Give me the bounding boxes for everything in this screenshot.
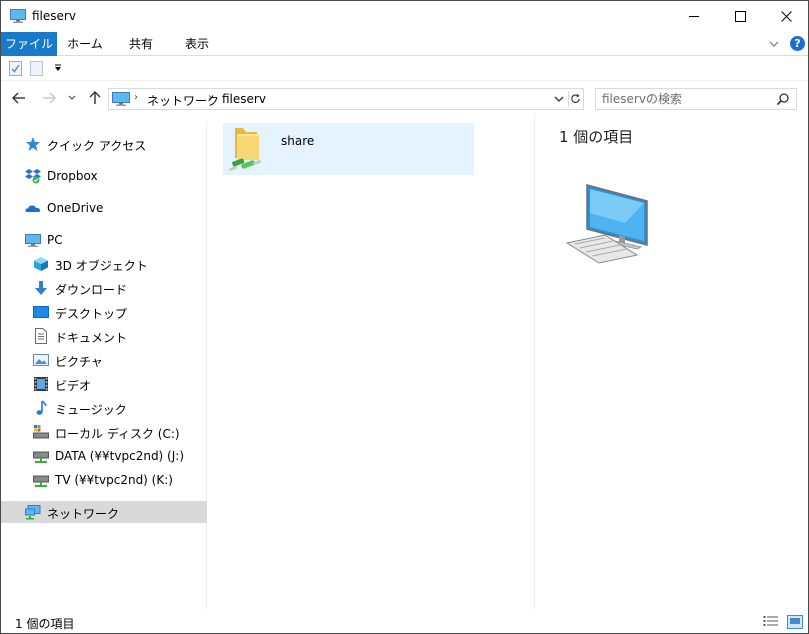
sidebar-item-videos[interactable]: ビデオ xyxy=(1,373,207,395)
ribbon: ファイル ホーム 共有 表示 ? xyxy=(1,32,808,56)
sidebar-item-label: 3D オブジェクト xyxy=(55,259,148,273)
sidebar-item-label: ダウンロード xyxy=(55,283,128,297)
sidebar-item-dropbox[interactable]: Dropbox xyxy=(1,165,207,187)
music-icon xyxy=(36,400,47,415)
sidebar-item-local-disk[interactable]: ローカル ディスク (C:) xyxy=(1,421,207,443)
sidebar-item-label: デスクトップ xyxy=(55,307,128,321)
shared-folder-icon xyxy=(229,128,262,171)
breadcrumb-fileserv[interactable]: fileserv xyxy=(222,92,266,106)
details-view-icon[interactable] xyxy=(763,615,779,629)
navigation-pane: クイック アクセス Dropbox OneDrive PC 3D オブジェクト … xyxy=(1,121,207,609)
up-button[interactable] xyxy=(86,89,104,107)
forward-button[interactable] xyxy=(40,89,58,107)
explorer-window: fileserv ファイル ホーム 共有 表示 ? › ネットワーク › fil… xyxy=(0,0,809,634)
help-icon[interactable]: ? xyxy=(790,36,805,51)
tab-home[interactable]: ホーム xyxy=(57,32,113,56)
sidebar-item-label: PC xyxy=(47,233,63,247)
sidebar-item-label: ネットワーク xyxy=(47,507,120,521)
sidebar-item-label: ミュージック xyxy=(55,403,127,417)
breadcrumb-separator[interactable]: › xyxy=(208,92,212,103)
sidebar-item-onedrive[interactable]: OneDrive xyxy=(1,197,207,219)
sidebar-item-label: Dropbox xyxy=(47,169,98,183)
arrow-up-icon xyxy=(89,91,101,104)
network-drive-icon xyxy=(33,475,49,487)
sidebar-item-network[interactable]: ネットワーク xyxy=(1,501,207,523)
sidebar-item-pc[interactable]: PC xyxy=(1,229,207,251)
chevron-down-icon[interactable] xyxy=(767,37,781,51)
sidebar-item-pictures[interactable]: ピクチャ xyxy=(1,349,207,371)
new-folder-icon[interactable] xyxy=(30,61,43,76)
sidebar-item-label: ビデオ xyxy=(55,379,92,393)
computer-icon xyxy=(112,92,130,106)
search-input[interactable] xyxy=(602,91,772,107)
tab-share[interactable]: 共有 xyxy=(113,32,169,56)
details-item-count: 1 個の項目 xyxy=(559,128,634,146)
arrow-right-icon xyxy=(43,92,56,104)
pc-icon xyxy=(25,234,41,247)
large-icons-view-icon[interactable] xyxy=(787,615,803,629)
sidebar-item-label: OneDrive xyxy=(47,201,104,215)
item-label: share xyxy=(281,134,315,148)
file-list[interactable]: share xyxy=(208,113,534,609)
search-box[interactable] xyxy=(595,88,797,110)
close-button[interactable] xyxy=(763,1,809,32)
tab-view[interactable]: 表示 xyxy=(169,32,225,56)
sidebar-item-desktop[interactable]: デスクトップ xyxy=(1,301,207,323)
minimize-icon xyxy=(688,16,699,17)
cloud-icon xyxy=(25,205,41,212)
tab-file[interactable]: ファイル xyxy=(1,32,57,56)
star-icon xyxy=(26,137,40,151)
cube-icon xyxy=(34,257,48,271)
maximize-icon xyxy=(734,11,746,22)
search-icon[interactable] xyxy=(776,92,790,106)
dropbox-icon xyxy=(25,169,41,184)
sidebar-item-documents[interactable]: ドキュメント xyxy=(1,325,207,347)
breadcrumb-separator[interactable]: › xyxy=(134,92,138,103)
refresh-icon[interactable] xyxy=(568,91,583,107)
sidebar-item-data-drive[interactable]: DATA (¥¥tvpc2nd) (J:) xyxy=(1,445,207,467)
sidebar-item-downloads[interactable]: ダウンロード xyxy=(1,277,207,299)
list-item[interactable]: share xyxy=(223,123,474,175)
window-title: fileserv xyxy=(32,9,76,23)
sidebar-item-label: ピクチャ xyxy=(55,355,103,369)
status-bar: 1 個の項目 xyxy=(1,611,808,633)
local-disk-icon xyxy=(33,425,49,439)
sidebar-item-label: クイック アクセス xyxy=(47,139,147,153)
download-icon xyxy=(35,281,47,295)
maximize-button[interactable] xyxy=(717,1,763,32)
title-bar[interactable]: fileserv xyxy=(1,1,808,32)
customize-dropdown-icon[interactable] xyxy=(53,63,63,73)
status-item-count: 1 個の項目 xyxy=(15,617,75,631)
desktop-icon xyxy=(33,306,49,318)
network-drive-icon xyxy=(33,451,49,463)
sidebar-item-3d-objects[interactable]: 3D オブジェクト xyxy=(1,253,207,275)
sidebar-item-label: DATA (¥¥tvpc2nd) (J:) xyxy=(55,449,184,463)
back-button[interactable] xyxy=(10,89,28,107)
address-bar[interactable]: › ネットワーク › fileserv xyxy=(108,88,584,110)
sidebar-item-label: TV (¥¥tvpc2nd) (K:) xyxy=(55,473,173,487)
navigation-bar: › ネットワーク › fileserv xyxy=(1,85,808,113)
computer-icon xyxy=(10,9,26,23)
quick-access-toolbar xyxy=(1,57,808,81)
picture-icon xyxy=(33,354,49,366)
minimize-button[interactable] xyxy=(671,1,717,32)
arrow-left-icon xyxy=(12,92,25,104)
computer-icon xyxy=(565,184,648,264)
sidebar-item-label: ドキュメント xyxy=(55,331,128,345)
video-icon xyxy=(34,377,48,391)
sidebar-item-label: ローカル ディスク (C:) xyxy=(55,427,180,441)
sidebar-item-music[interactable]: ミュージック xyxy=(1,397,207,419)
sidebar-item-quick-access[interactable]: クイック アクセス xyxy=(1,133,207,155)
sidebar-item-tv-drive[interactable]: TV (¥¥tvpc2nd) (K:) xyxy=(1,469,207,491)
chevron-down-icon xyxy=(68,95,76,100)
chevron-down-icon[interactable] xyxy=(552,91,566,107)
details-pane: 1 個の項目 xyxy=(534,113,808,609)
recent-locations-button[interactable] xyxy=(66,89,78,107)
network-icon xyxy=(25,505,41,520)
close-icon xyxy=(780,11,792,22)
properties-icon[interactable] xyxy=(9,61,22,76)
document-icon xyxy=(35,328,47,344)
